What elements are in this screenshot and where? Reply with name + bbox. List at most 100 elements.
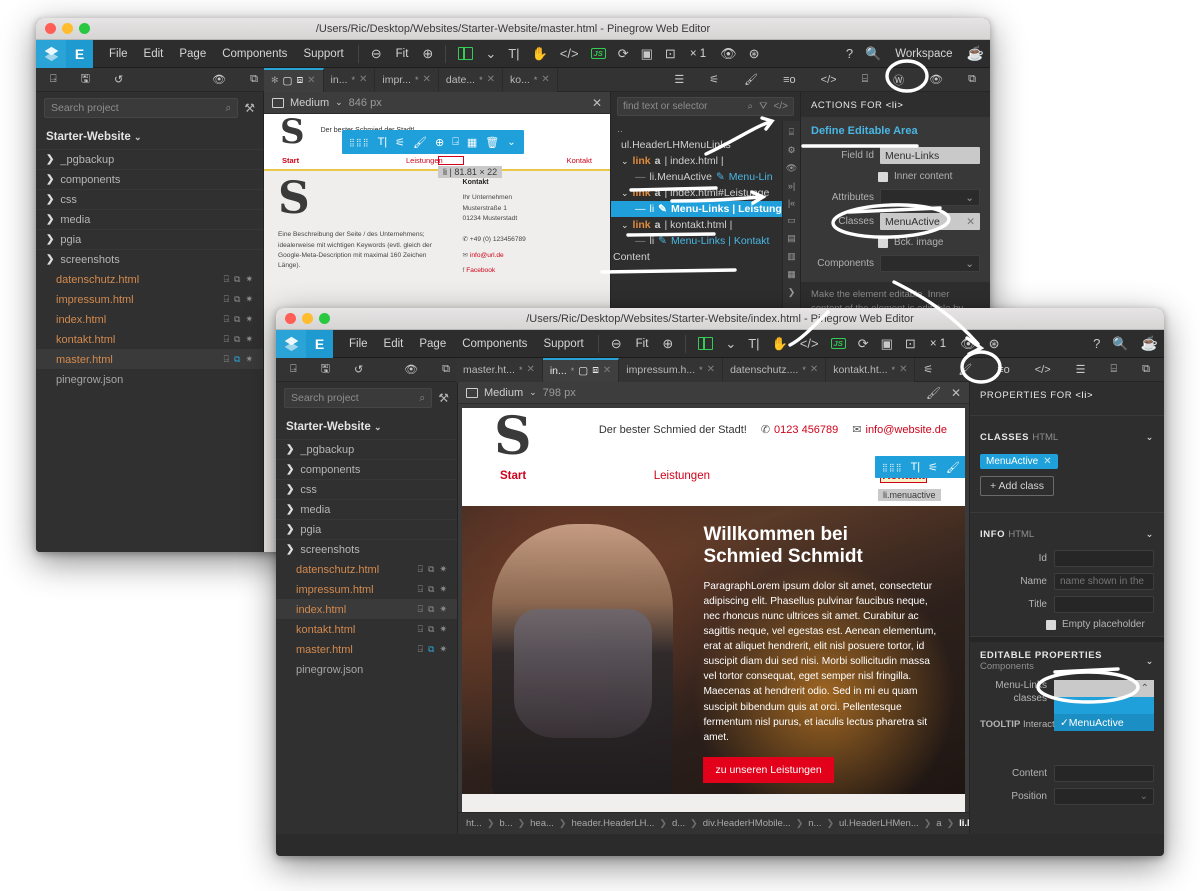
chevron-up-icon[interactable]: ⌃ [1141,683,1149,694]
actions-icon[interactable]: ⌸ [1105,363,1124,376]
title-input[interactable] [1054,596,1154,613]
chevron-down-icon[interactable]: ⌄ [1145,529,1154,540]
bck-image-checkbox[interactable] [878,237,888,248]
window1-titlebar[interactable]: /Users/Ric/Desktop/Websites/Starter-Webs… [36,18,990,40]
code-icon[interactable]: </> [1029,364,1057,376]
file-impressum[interactable]: impressum.html ⍈ ⧉ ✷ [36,289,263,309]
breakpoint-label[interactable]: Medium [290,97,329,109]
duplicate-icon[interactable]: ⧉ [234,334,240,345]
add-class-button[interactable]: + Add class [980,476,1054,496]
collapse-left-icon[interactable]: |« [788,198,795,208]
window2-canvas[interactable]: S Der bester Schmied der Stadt! ✆ 0123 4… [458,404,969,812]
close-icon[interactable]: ✕ [707,364,715,375]
id-input[interactable] [1054,550,1154,567]
expand-icon[interactable]: ❯ [788,287,796,298]
duplicate-icon[interactable]: ⧉ [234,354,240,365]
chevron-right-icon[interactable]: ❯ [286,444,294,455]
search-input[interactable]: Search project ⌕ [284,388,433,408]
search-icon[interactable]: ⌕ [419,392,425,405]
contact-social[interactable]: Facebook [466,267,495,274]
breadcrumb[interactable]: ht... ❯ b... ❯ hea... ❯ header.HeaderLH... ❯… [458,812,969,834]
preview-icon[interactable]: ▣ [635,46,659,62]
more-dot-icon[interactable]: ✷ [245,294,253,305]
zoom-in-icon[interactable]: ⊕ [416,46,439,62]
tooltip-position-select[interactable]: ⌄ [1054,788,1154,805]
open-in-browser-icon[interactable]: ⍈ [418,564,423,575]
folder-screenshots[interactable]: ❯ screenshots [36,249,263,269]
class-chip-menuactive[interactable]: MenuActive ✕ [980,454,1058,469]
chevron-down-icon[interactable]: ⌄ [719,336,742,352]
add-element-icon[interactable]: ⊕ [435,136,444,149]
window2-tab-strip[interactable]: master.ht... * ✕ in... * ▢ ⧈ ✕ impressum… [456,357,916,382]
help-icon[interactable]: ? [840,46,859,61]
close-icon[interactable]: ✕ [359,74,367,85]
hand-tool-icon[interactable]: ✋ [766,336,794,352]
inner-content-checkbox[interactable] [878,171,888,182]
folder-pgbackup[interactable]: ❯ _pgbackup [276,439,457,459]
close-button[interactable] [45,23,56,34]
chevron-right-icon[interactable]: ❯ [286,484,294,495]
drag-handle-icon[interactable]: ⣿⣿⣿ [882,463,903,472]
define-editable-area-box[interactable]: Define Editable Area Field Id Menu-Links… [801,117,990,282]
library-icon[interactable]: ⌸ [789,127,794,138]
name-input[interactable]: name shown in the [1054,573,1154,590]
page-structure-icon[interactable]: ☰ [1070,363,1092,376]
window2-menubar[interactable]: E File Edit Page Components Support ⊖ Fi… [276,329,1164,358]
file-kontakt[interactable]: kontakt.html ⍈ ⧉ ✷ [36,329,263,349]
element-toolbar[interactable]: ⣿⣿⣿ T| ⚟ 🖌 ⊕ ⍈ ▦ 🗑 ⌄ [875,456,965,478]
header-mail[interactable]: info@website.de [866,424,948,436]
hide-icon[interactable]: 👁 [786,163,797,174]
attributes-icon[interactable]: ≡о [777,74,802,86]
close-icon[interactable]: ✕ [307,75,315,86]
window2-preview-toolbar[interactable]: Medium ⌄ 798 px 🖌 ✕ [458,382,969,404]
properties-icon[interactable]: ⚟ [928,461,938,474]
project-name-row[interactable]: Starter-Website ⌄ [36,124,263,149]
chevron-down-icon[interactable]: ⌄ [507,137,515,148]
duplicate-icon[interactable]: ⧉ [428,604,434,615]
javascript-icon[interactable]: JS [585,47,612,60]
duplicate-icon[interactable]: ⧉ [428,624,434,635]
nav-start[interactable]: Start [282,156,406,165]
block-icon-1[interactable]: ▭ [787,215,796,226]
undo-icon[interactable]: ↺ [108,73,129,86]
duplicate-icon[interactable]: ⧉ [234,314,240,325]
new-view-icon[interactable]: ⊡ [899,336,922,352]
chevron-right-icon[interactable]: ❯ [46,154,54,165]
delete-icon[interactable]: 🗑 [485,136,499,149]
settings-icon[interactable]: ⚙ [787,145,795,156]
more-dot-icon[interactable]: ✷ [439,584,447,595]
element-toolbar[interactable]: ⣿⣿⣿ T| ⚟ 🖌 ⊕ ⍈ ▦ 🗑 ⌄ [342,130,524,154]
javascript-icon[interactable]: JS [825,337,852,350]
workspace-button[interactable]: Workspace [887,48,960,60]
block-icon-3[interactable]: ▥ [787,251,796,262]
window2-properties-panel[interactable]: PROPERTIES FOR <li> CLASSES HTML ⌄ MenuA… [969,382,1164,834]
dropdown-selected-value[interactable]: ⌃ [1054,680,1154,697]
window1-subbar[interactable]: ⍈ 🖫 ↺ 👁 ⧉ ✻ ▢ ⧈ ✕ in... * ✕ impr... * ✕ … [36,67,990,92]
open-project-icon[interactable]: ⍈ [44,73,63,86]
eye-icon[interactable]: 👁 [398,363,424,376]
coffee-icon[interactable]: ☕ [1135,335,1164,352]
coffee-icon[interactable]: ☕ [961,45,990,62]
info-section-header[interactable]: INFO HTML ⌄ [970,521,1164,546]
magnifier-icon[interactable]: 🔍 [859,46,887,62]
close-button[interactable] [285,313,296,324]
tree-li-kontakt[interactable]: — li ✎ Menu-Links | Kontakt [611,233,782,249]
close-icon[interactable]: ✕ [899,364,907,375]
chevron-right-icon[interactable]: ❯ [286,524,294,535]
menu-support[interactable]: Support [535,338,591,350]
code-view-icon[interactable]: </> [554,46,585,61]
collapse-right-icon[interactable]: »| [788,181,795,191]
style-brush-icon[interactable]: 🖌 [413,136,427,149]
tree-li-menuactive[interactable]: — li.MenuActive ✎ Menu-Lin [611,169,782,185]
project-name-row[interactable]: Starter-Website ⌄ [276,414,457,439]
project-search-row[interactable]: Search project ⌕ ⚒ [36,92,263,124]
folder-screenshots[interactable]: ❯ screenshots [276,539,457,559]
dropdown-options-list[interactable]: ✓MenuActive [1054,697,1154,731]
tree-link-node-1[interactable]: ⌄ link a | index.html | [611,153,782,169]
settings-tools-icon[interactable]: ⚒ [438,391,449,405]
chevron-right-icon[interactable]: ❯ [286,544,294,555]
chevron-down-icon[interactable]: ⌄ [621,188,629,199]
window2-subbar[interactable]: ⍈ 🖫 ↺ 👁 ⧉ master.ht... * ✕ in... * ▢ ⧈ ✕… [276,357,1164,382]
window2-titlebar[interactable]: /Users/Ric/Desktop/Websites/Starter-Webs… [276,308,1164,330]
duplicate-panel-icon[interactable]: ⧉ [1136,363,1156,376]
